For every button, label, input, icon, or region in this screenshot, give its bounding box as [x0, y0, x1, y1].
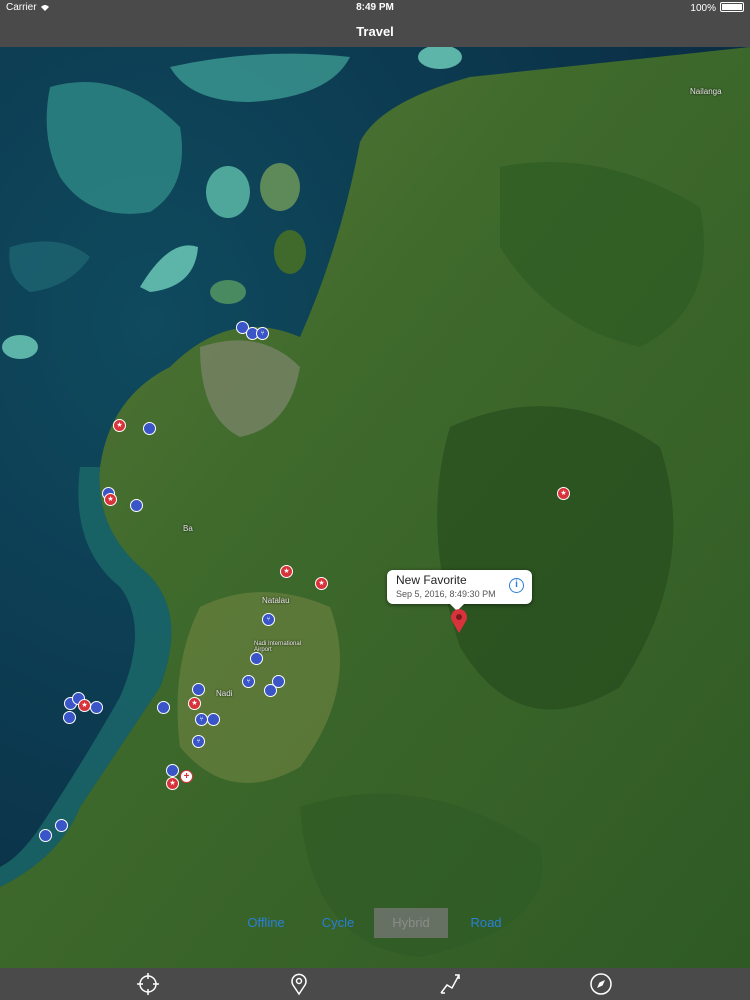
poi-marker[interactable]	[192, 683, 205, 696]
fork-knife-icon: ⑂	[246, 678, 251, 685]
town-label: Nadi	[216, 689, 233, 698]
star-icon: ★	[116, 422, 123, 429]
poi-marker[interactable]	[143, 422, 156, 435]
favorite-marker[interactable]: ★	[315, 577, 328, 590]
fork-knife-icon: ⑂	[260, 330, 265, 337]
star-icon: ★	[169, 780, 176, 787]
map-type-hybrid[interactable]: Hybrid	[374, 908, 448, 938]
route-icon[interactable]	[438, 972, 462, 996]
hospital-marker[interactable]: +	[180, 770, 193, 783]
poi-marker[interactable]	[207, 713, 220, 726]
poi-marker[interactable]	[157, 701, 170, 714]
favorite-callout[interactable]: New Favorite Sep 5, 2016, 8:49:30 PM i	[387, 570, 532, 611]
town-label: Natalau	[262, 596, 290, 605]
poi-marker[interactable]	[39, 829, 52, 842]
map-type-offline[interactable]: Offline	[238, 908, 294, 938]
tab-bar	[0, 968, 750, 1000]
poi-marker[interactable]	[250, 652, 263, 665]
poi-marker[interactable]	[264, 684, 277, 697]
nav-bar: Travel	[0, 16, 750, 47]
restaurant-marker[interactable]: ⑂	[256, 327, 269, 340]
favorite-marker[interactable]: ★	[113, 419, 126, 432]
fork-knife-icon: ⑂	[199, 716, 204, 723]
page-title: Travel	[356, 24, 394, 39]
favorite-marker[interactable]: ★	[78, 699, 91, 712]
restaurant-marker[interactable]: ⑂	[242, 675, 255, 688]
poi-marker[interactable]	[55, 819, 68, 832]
status-bar: Carrier 8:49 PM 100%	[0, 0, 750, 16]
crosshair-icon[interactable]	[136, 972, 160, 996]
favorite-marker[interactable]: ★	[188, 697, 201, 710]
fork-knife-icon: ⑂	[266, 616, 271, 623]
restaurant-marker[interactable]: ⑂	[262, 613, 275, 626]
restaurant-marker[interactable]: ⑂	[192, 735, 205, 748]
star-icon: ★	[107, 496, 114, 503]
map-type-control: Offline Cycle Hybrid Road	[0, 908, 750, 938]
battery-status: 100%	[690, 2, 744, 14]
map-type-cycle[interactable]: Cycle	[312, 908, 364, 938]
callout-subtitle: Sep 5, 2016, 8:49:30 PM	[396, 589, 496, 599]
map-type-road[interactable]: Road	[462, 908, 510, 938]
star-icon: ★	[191, 700, 198, 707]
town-label: Ba	[183, 524, 193, 533]
poi-marker[interactable]	[63, 711, 76, 724]
star-icon: ★	[283, 568, 290, 575]
favorite-marker[interactable]: ★	[557, 487, 570, 500]
star-icon: ★	[560, 490, 567, 497]
medical-cross-icon: +	[183, 771, 190, 782]
callout-title: New Favorite	[396, 573, 467, 587]
satellite-imagery	[0, 47, 750, 968]
star-icon: ★	[81, 702, 88, 709]
favorite-marker[interactable]: ★	[280, 565, 293, 578]
clock: 8:49 PM	[356, 2, 394, 13]
fork-knife-icon: ⑂	[196, 738, 201, 745]
poi-marker[interactable]	[90, 701, 103, 714]
poi-marker[interactable]	[130, 499, 143, 512]
star-icon: ★	[318, 580, 325, 587]
town-label: Nadi International Airport	[254, 641, 302, 653]
town-label: Nailanga	[690, 87, 722, 96]
battery-icon	[720, 2, 744, 12]
compass-icon[interactable]	[589, 972, 613, 996]
dropped-pin-icon[interactable]	[450, 609, 468, 633]
info-icon[interactable]: i	[509, 578, 524, 593]
favorite-marker[interactable]: ★	[104, 493, 117, 506]
favorite-marker[interactable]: ★	[166, 777, 179, 790]
poi-marker[interactable]	[166, 764, 179, 777]
map-view[interactable]: Nailanga Ba Natalau Nadi International A…	[0, 47, 750, 968]
pin-icon[interactable]	[287, 972, 311, 996]
